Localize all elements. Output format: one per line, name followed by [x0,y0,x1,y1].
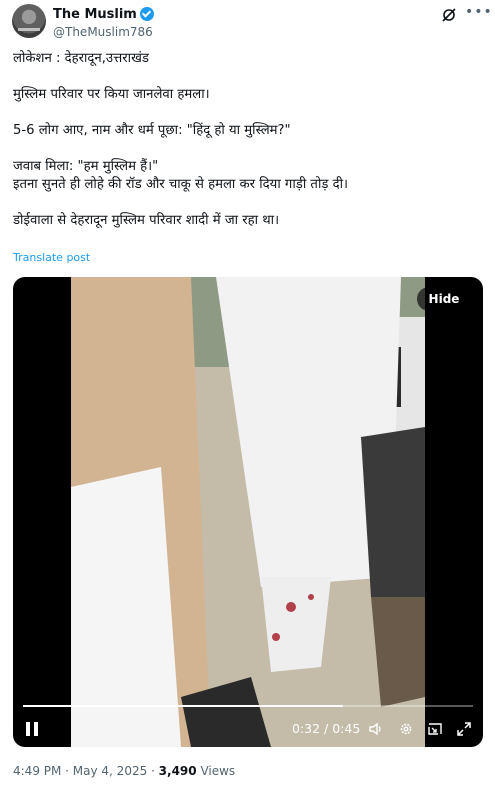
views-count: 3,490 [158,764,197,778]
avatar[interactable] [12,4,46,38]
more-icon[interactable]: ••• [465,5,492,22]
author-handle[interactable]: @TheMuslim786 [53,24,154,40]
video-time: 0:32 / 0:45 [292,721,361,736]
hide-media-button[interactable]: Hide [417,287,471,311]
post-line: मुस्लिम परिवार पर किया जानलेवा हमला। [13,87,210,102]
post-text: लोकेशन : देहरादून,उत्तराखंड मुस्लिम परिव… [13,50,483,230]
post-line: इतना सुनते ही लोहे की रॉड और चाकू से हमल… [13,177,349,192]
settings-icon[interactable] [398,721,414,737]
post-line: लोकेशन : देहरादून,उत्तराखंड [13,51,149,66]
translate-post-link[interactable]: Translate post [13,251,90,264]
grok-icon[interactable] [441,7,457,23]
verified-badge-icon[interactable] [139,6,154,21]
video-progress-fill [23,705,343,707]
pause-icon[interactable] [25,722,39,736]
video-progress-bar[interactable] [23,705,473,707]
video-still [71,277,425,747]
views-label: Views [196,764,236,778]
video-frame[interactable] [71,277,425,747]
video-controls: 0:32 / 0:45 [13,697,483,747]
post-header: The Muslim @TheMuslim786 ••• [12,4,492,42]
author-names: The Muslim @TheMuslim786 [53,4,154,40]
post-line: जवाब मिला: "हम मुस्लिम हैं।" [13,159,159,174]
post-line: 5-6 लोग आए, नाम और धर्म पूछा: "हिंदू हो … [13,123,291,138]
fullscreen-icon[interactable] [456,721,472,737]
picture-in-picture-icon[interactable] [427,721,443,737]
volume-icon[interactable] [368,721,384,737]
post-meta: 4:49 PM · May 4, 2025 · 3,490 Views [13,764,235,778]
post-line: डोईवाला से देहरादून मुस्लिम परिवार शादी … [13,213,280,228]
video-player[interactable]: Hide 0:32 / 0:45 [13,277,483,747]
post-timestamp[interactable]: 4:49 PM · May 4, 2025 · [13,764,159,778]
author-display-name[interactable]: The Muslim [53,7,137,23]
